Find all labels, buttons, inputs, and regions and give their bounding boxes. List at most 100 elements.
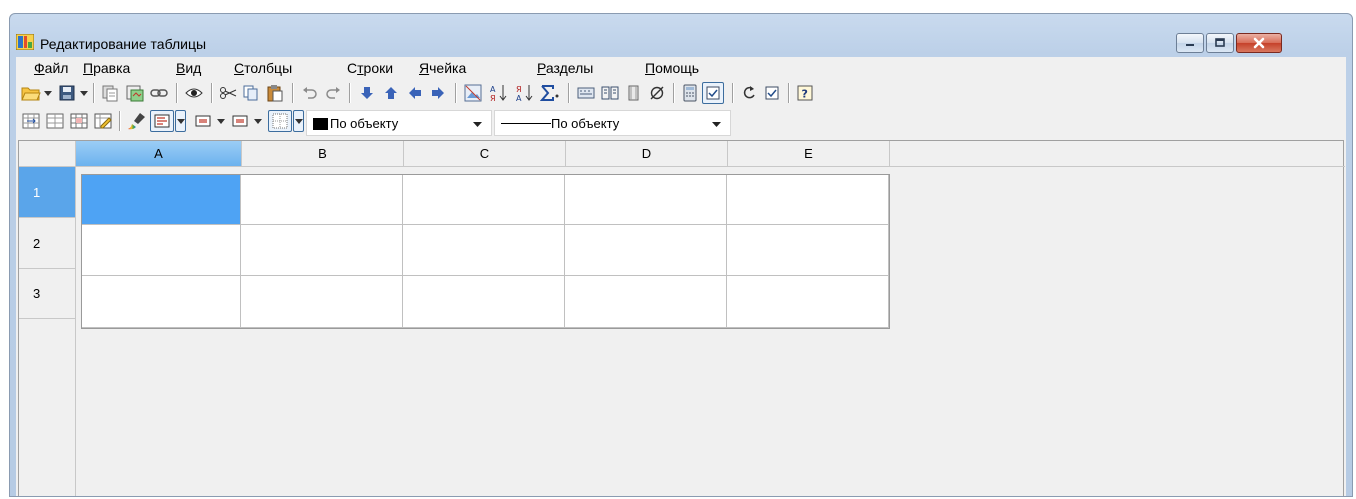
menu-rows[interactable]: Строки	[347, 60, 393, 76]
cell-b1[interactable]	[241, 175, 403, 225]
cell-d2[interactable]	[565, 225, 727, 276]
cell-c1[interactable]	[403, 175, 565, 225]
menu-cell[interactable]: Ячейка	[419, 60, 466, 76]
edit-table-button[interactable]	[92, 110, 114, 132]
checkbox-button[interactable]	[761, 82, 783, 104]
fill-color-button[interactable]	[126, 110, 148, 132]
cell-b3[interactable]	[241, 276, 403, 328]
cell-e1[interactable]	[727, 175, 889, 225]
text-align-dropdown[interactable]	[175, 110, 186, 132]
move-right-button[interactable]	[427, 82, 449, 104]
column-properties-button[interactable]	[623, 82, 645, 104]
arrow-right-icon	[432, 87, 444, 99]
line-style-icon	[232, 115, 248, 127]
table-grid-button[interactable]	[68, 110, 90, 132]
undo-button[interactable]	[299, 82, 321, 104]
save-button[interactable]	[56, 82, 78, 104]
close-icon	[1253, 37, 1265, 49]
vertical-align-dropdown[interactable]	[216, 110, 226, 132]
spreadsheet-grid[interactable]: A B C D E 1 2 3	[18, 140, 1345, 496]
line-style-value: По объекту	[551, 116, 620, 131]
borders-button[interactable]	[268, 110, 292, 132]
copy-format-button[interactable]	[99, 82, 121, 104]
refresh-button[interactable]	[738, 82, 760, 104]
cell-d3[interactable]	[565, 276, 727, 328]
insert-image-button[interactable]	[462, 82, 484, 104]
open-button[interactable]	[20, 82, 42, 104]
text-align-button[interactable]	[150, 110, 174, 132]
vertical-align-button[interactable]	[192, 110, 214, 132]
cell-b2[interactable]	[241, 225, 403, 276]
line-spacing-button[interactable]	[229, 110, 251, 132]
cell-e2[interactable]	[727, 225, 889, 276]
merge-cells-icon	[22, 113, 40, 129]
title-bar[interactable]: Редактирование таблицы	[10, 14, 1352, 57]
merge-cells-button[interactable]	[20, 110, 42, 132]
row-header-2[interactable]: 2	[19, 218, 76, 269]
keyboard-button[interactable]	[575, 82, 597, 104]
cell-c3[interactable]	[403, 276, 565, 328]
open-dropdown[interactable]	[43, 82, 53, 104]
arrow-up-icon	[385, 87, 397, 99]
row-header-1[interactable]: 1	[19, 167, 76, 218]
menu-help[interactable]: Помощь	[645, 60, 699, 76]
move-down-button[interactable]	[356, 82, 378, 104]
column-header-d[interactable]: D	[566, 141, 728, 167]
align-center-icon	[195, 115, 211, 127]
fill-color-value: По объекту	[330, 116, 399, 131]
preview-button[interactable]	[183, 82, 205, 104]
move-left-button[interactable]	[404, 82, 426, 104]
fill-color-combo[interactable]: По объекту	[306, 110, 492, 136]
svg-text:Я: Я	[490, 94, 496, 102]
menu-edit[interactable]: Правка	[83, 60, 130, 76]
copy-button[interactable]	[240, 82, 262, 104]
column-header-b[interactable]: B	[242, 141, 404, 167]
table-edit-app-icon	[16, 34, 34, 50]
cell-d1[interactable]	[565, 175, 727, 225]
maximize-button[interactable]	[1206, 33, 1234, 53]
column-header-c[interactable]: C	[404, 141, 566, 167]
separator	[119, 111, 121, 131]
link-button[interactable]	[148, 82, 170, 104]
cell-c2[interactable]	[403, 225, 565, 276]
clear-button[interactable]	[646, 82, 668, 104]
menu-view[interactable]: Вид	[176, 60, 201, 76]
close-button[interactable]	[1236, 33, 1282, 53]
cell-e3[interactable]	[727, 276, 889, 328]
borders-icon	[272, 113, 288, 129]
borders-dropdown[interactable]	[293, 110, 304, 132]
line-spacing-dropdown[interactable]	[253, 110, 263, 132]
row-header-3[interactable]: 3	[19, 269, 76, 319]
image-icon	[464, 84, 482, 102]
menu-file[interactable]: Файл	[34, 60, 68, 76]
split-cells-button[interactable]	[44, 110, 66, 132]
move-up-button[interactable]	[380, 82, 402, 104]
cell-a3[interactable]	[82, 276, 241, 328]
select-all-corner[interactable]	[19, 141, 76, 167]
column-header-a[interactable]: A	[76, 141, 242, 167]
chevron-down-icon	[473, 122, 482, 127]
calculator-button[interactable]	[679, 82, 701, 104]
save-dropdown[interactable]	[79, 82, 89, 104]
column-header-e[interactable]: E	[728, 141, 890, 167]
line-style-combo[interactable]: По объекту	[494, 110, 731, 136]
sort-ascending-button[interactable]: АЯ	[488, 82, 510, 104]
book-button[interactable]	[599, 82, 621, 104]
minimize-button[interactable]	[1176, 33, 1204, 53]
sort-descending-icon: ЯА	[516, 85, 533, 102]
redo-icon	[326, 87, 340, 99]
paste-button[interactable]	[264, 82, 286, 104]
cell-a1[interactable]	[82, 175, 241, 225]
menu-sections[interactable]: Разделы	[537, 60, 593, 76]
help-button[interactable]: ?	[794, 82, 816, 104]
check-toggle-button[interactable]	[702, 82, 724, 104]
window-title: Редактирование таблицы	[40, 36, 207, 52]
cell-a2[interactable]	[82, 225, 241, 276]
sum-button[interactable]	[539, 82, 561, 104]
insert-object-button[interactable]	[124, 82, 146, 104]
cut-button[interactable]	[217, 82, 239, 104]
sort-descending-button[interactable]: ЯА	[514, 82, 536, 104]
paint-brush-icon	[128, 113, 145, 130]
redo-button[interactable]	[322, 82, 344, 104]
menu-columns[interactable]: Столбцы	[234, 60, 292, 76]
